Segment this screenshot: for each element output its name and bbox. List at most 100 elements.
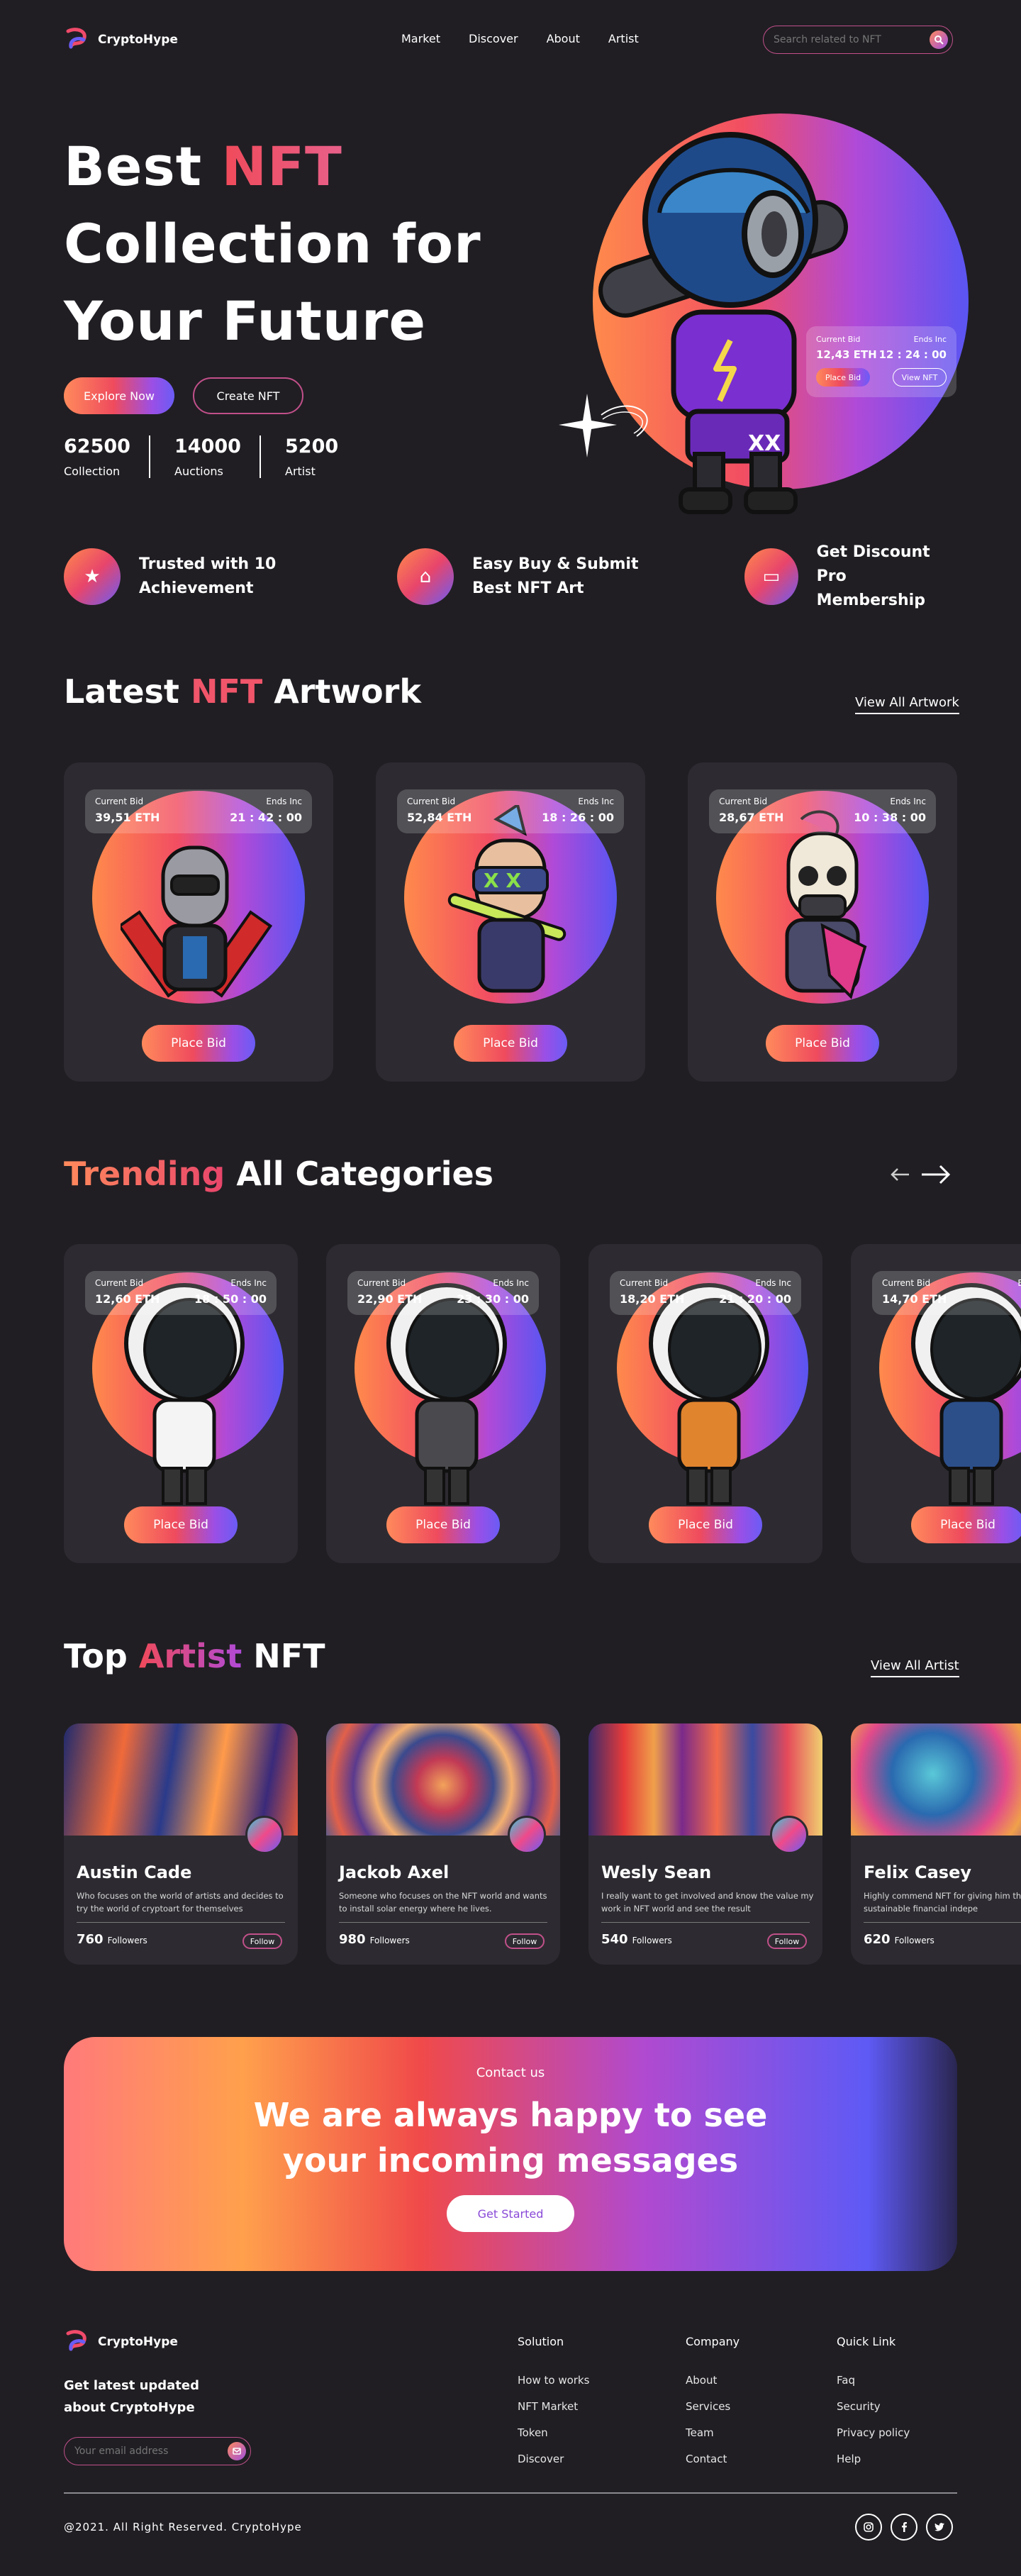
footer-link[interactable]: Services	[686, 2400, 740, 2413]
search-button[interactable]	[930, 30, 948, 49]
nav-item-market[interactable]: Market	[401, 32, 440, 45]
place-bid-button[interactable]: Place Bid	[454, 1025, 567, 1062]
trophy-icon: ★	[64, 548, 121, 605]
follow-button[interactable]: Follow	[767, 1933, 807, 1949]
bid-ends-value: 18 : 26 : 00	[542, 811, 614, 824]
email-submit-button[interactable]	[228, 2442, 246, 2460]
search-input[interactable]	[774, 34, 915, 45]
place-bid-button[interactable]: Place Bid	[124, 1506, 238, 1543]
create-nft-button[interactable]: Create NFT	[193, 377, 303, 414]
bid-ends-value: 12 : 24 : 00	[878, 348, 947, 361]
stat-value: 5200	[285, 435, 339, 457]
nav-item-discover[interactable]: Discover	[469, 32, 518, 45]
card-divider	[864, 1922, 1021, 1923]
trending-card[interactable]: Current Bid Ends Inc 22,90 ETH 23 : 30 : 00…	[326, 1244, 560, 1563]
search-icon	[934, 35, 944, 45]
footer-link[interactable]: Contact	[686, 2453, 740, 2465]
artist-card[interactable]: Felix Casey Highly commend NFT for giving…	[851, 1723, 1021, 1965]
latest-title-part: Artwork	[262, 672, 421, 711]
hero-place-bid-button[interactable]: Place Bid	[816, 368, 870, 387]
footer-divider	[64, 2492, 957, 2494]
footer-column-company: Company About Services Team Contact	[686, 2335, 740, 2479]
footer-link[interactable]: About	[686, 2374, 740, 2387]
prev-arrow-icon[interactable]	[889, 1166, 910, 1186]
hero-bid-card: Current Bid Ends Inc 12,43 ETH 12 : 24 :…	[806, 326, 956, 397]
footer-link[interactable]: Faq	[837, 2374, 910, 2387]
artist-card[interactable]: Wesly Sean I really want to get involved …	[588, 1723, 822, 1965]
follow-button[interactable]: Follow	[242, 1933, 282, 1949]
footer-tagline: Get latest updated about CryptoHype	[64, 2375, 199, 2419]
explore-now-button[interactable]: Explore Now	[64, 377, 174, 414]
followers-label: Followers	[632, 1936, 672, 1945]
nav-item-artist[interactable]: Artist	[608, 32, 639, 45]
social-links	[855, 2514, 953, 2541]
artist-card[interactable]: Jackob Axel Someone who focuses on the NF…	[326, 1723, 560, 1965]
facebook-icon[interactable]	[891, 2514, 917, 2541]
avatar	[508, 1816, 546, 1854]
bid-ends-label: Ends Inc	[1017, 1278, 1021, 1288]
bid-current-label: Current Bid	[357, 1278, 406, 1288]
followers-count: 540 Followers	[601, 1932, 672, 1947]
features-row: ★ Trusted with 10 Achievement ⌂ Easy Buy…	[64, 540, 957, 613]
latest-title-part: Latest	[64, 672, 191, 711]
footer-link[interactable]: Team	[686, 2426, 740, 2439]
latest-title-nft: NFT	[190, 672, 263, 711]
bid-ends-value: 18 : 50 : 00	[194, 1292, 267, 1306]
follow-button[interactable]: Follow	[505, 1933, 545, 1949]
nft-card[interactable]: X X Current Bid Ends Inc 52,84 ETH 18 : 26 :…	[376, 762, 645, 1082]
footer-link[interactable]: Privacy policy	[837, 2426, 910, 2439]
place-bid-button[interactable]: Place Bid	[142, 1025, 255, 1062]
place-bid-button[interactable]: Place Bid	[766, 1025, 879, 1062]
logo-icon	[66, 2330, 87, 2351]
followers-value: 620	[864, 1932, 891, 1947]
hero-title-line1: Best	[64, 135, 222, 198]
footer-link[interactable]: Discover	[518, 2453, 589, 2465]
email-field[interactable]	[74, 2445, 216, 2457]
nft-card[interactable]: Current Bid Ends Inc 39,51 ETH 21 : 42 : 00…	[64, 762, 333, 1082]
twitter-icon[interactable]	[926, 2514, 953, 2541]
view-nft-button[interactable]: View NFT	[893, 368, 947, 387]
trending-card[interactable]: Current Bid Ends Inc 18,20 ETH 21 : 20 : 00…	[588, 1244, 822, 1563]
trending-card[interactable]: Current Bid Ends Inc 14,70 ETH Place Bid	[851, 1244, 1021, 1563]
followers-count: 620 Followers	[864, 1932, 934, 1947]
instagram-icon[interactable]	[855, 2514, 882, 2541]
contact-heading-line1: We are always happy to see	[253, 2096, 768, 2134]
avatar	[245, 1816, 284, 1854]
place-bid-button[interactable]: Place Bid	[386, 1506, 500, 1543]
footer-column-title: Quick Link	[837, 2335, 896, 2348]
nft-card[interactable]: Current Bid Ends Inc 28,67 ETH 10 : 38 : 00…	[688, 762, 957, 1082]
artist-card[interactable]: Austin Cade Who focuses on the world of a…	[64, 1723, 298, 1965]
nav-item-about[interactable]: About	[547, 32, 580, 45]
stat-label: Auctions	[174, 465, 223, 478]
bid-info-panel: Current Bid Ends Inc 39,51 ETH 21 : 42 : 00	[85, 789, 312, 833]
search-box	[763, 26, 953, 54]
avatar	[770, 1816, 808, 1854]
feature-line2: Best NFT Art	[472, 579, 584, 597]
view-all-artist-link[interactable]: View All Artist	[871, 1658, 959, 1677]
get-started-button[interactable]: Get Started	[447, 2195, 574, 2232]
footer-link[interactable]: NFT Market	[518, 2400, 589, 2413]
place-bid-button[interactable]: Place Bid	[649, 1506, 762, 1543]
place-bid-button[interactable]: Place Bid	[911, 1506, 1021, 1543]
view-all-artwork-link[interactable]: View All Artwork	[855, 695, 959, 714]
trending-card[interactable]: Current Bid Ends Inc 12,60 ETH 18 : 50 : 00…	[64, 1244, 298, 1563]
bid-current-value: 52,84 ETH	[407, 811, 472, 824]
footer-column-quick-link: Quick Link Faq Security Privacy policy H…	[837, 2335, 910, 2479]
followers-label: Followers	[107, 1936, 147, 1945]
trending-title-highlight: Trending	[64, 1155, 225, 1193]
contact-banner: Contact us We are always happy to see yo…	[64, 2037, 957, 2271]
stat-value: 62500	[64, 435, 130, 457]
bid-info-panel: Current Bid Ends Inc 28,67 ETH 10 : 38 : 00	[709, 789, 936, 833]
footer-link[interactable]: Security	[837, 2400, 910, 2413]
stat-divider	[260, 435, 261, 478]
footer-link[interactable]: How to works	[518, 2374, 589, 2387]
next-arrow-icon[interactable]	[920, 1163, 952, 1189]
footer-logo[interactable]: CryptoHype	[64, 2329, 178, 2355]
footer-link[interactable]: Help	[837, 2453, 910, 2465]
latest-section-title: Latest NFT Artwork	[64, 672, 421, 711]
bid-current-label: Current Bid	[816, 335, 861, 344]
footer-link[interactable]: Token	[518, 2426, 589, 2439]
stat-artist: 5200 Artist	[285, 435, 370, 478]
logo[interactable]: CryptoHype	[64, 27, 178, 52]
stat-value: 14000	[174, 435, 241, 457]
